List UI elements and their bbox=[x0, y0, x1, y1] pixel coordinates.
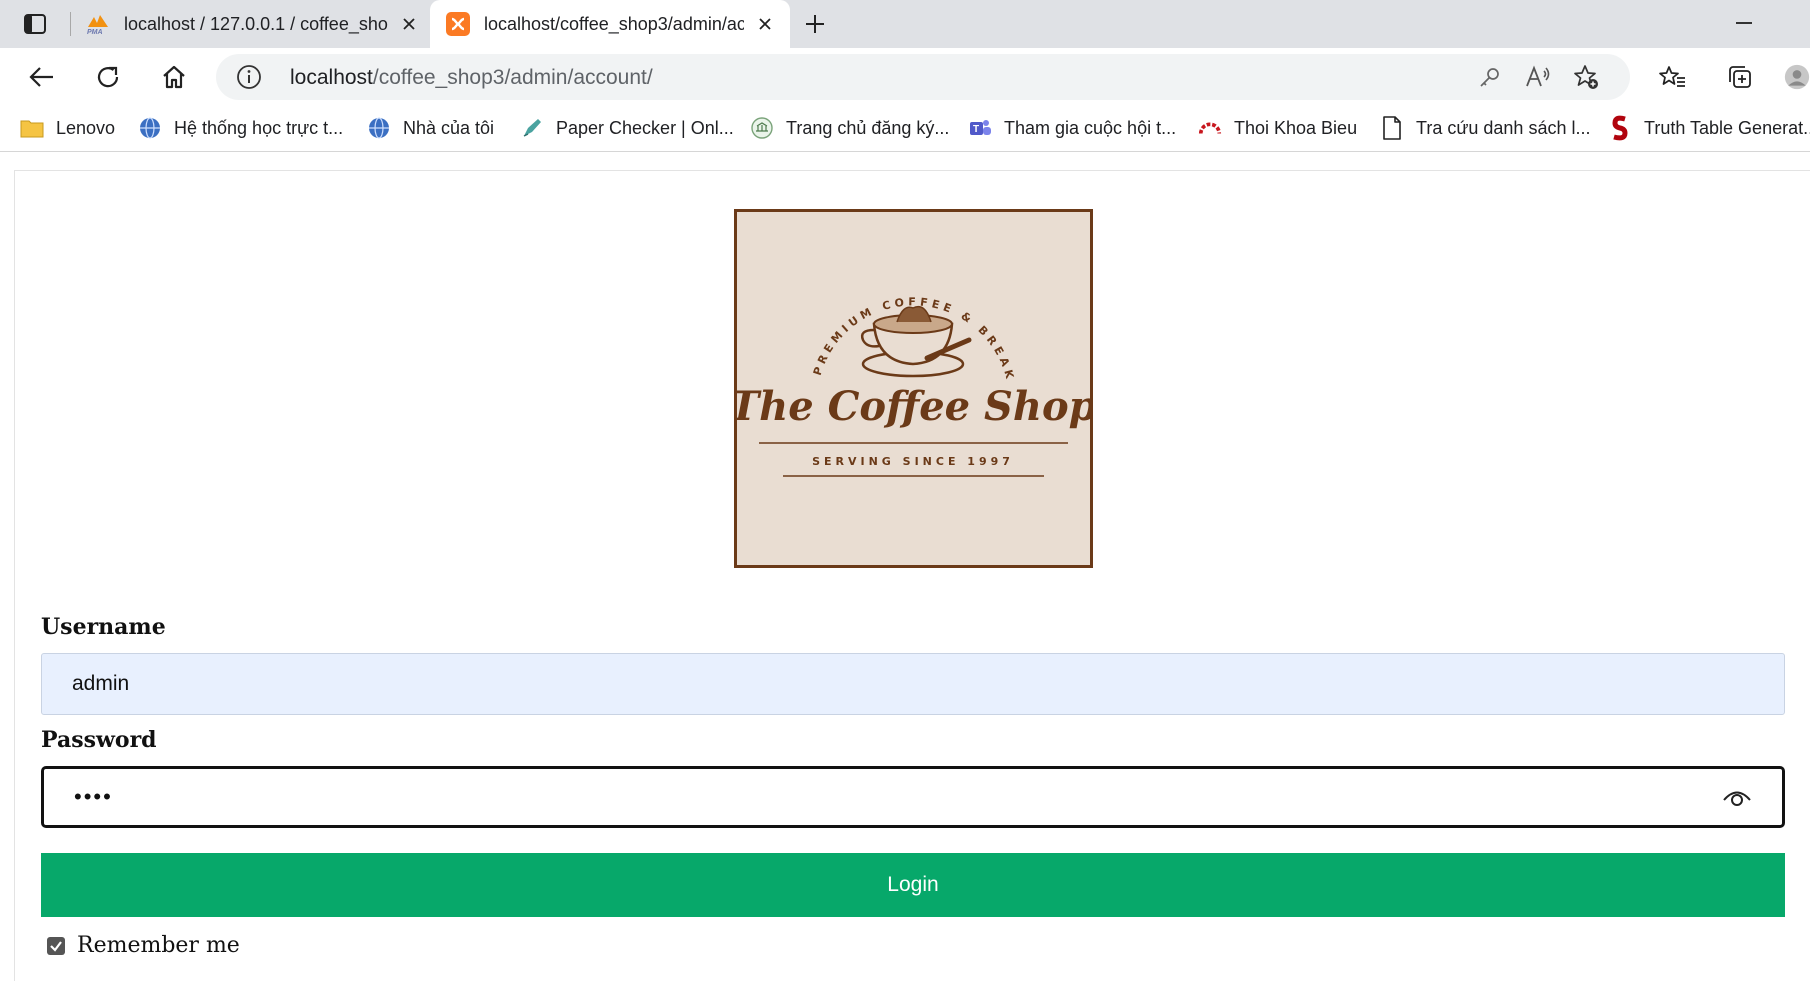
home-icon[interactable] bbox=[154, 58, 194, 96]
remember-me-checkbox[interactable] bbox=[47, 936, 65, 955]
login-button[interactable]: Login bbox=[41, 853, 1785, 917]
bookmark-he-thong-hoc[interactable]: Hệ thống học trực t... bbox=[138, 114, 343, 142]
key-icon[interactable] bbox=[1476, 63, 1504, 91]
url-path: /coffee_shop3/admin/account/ bbox=[372, 66, 653, 89]
logo-name: The Coffee Shop bbox=[737, 383, 1090, 430]
bookmark-label: Lenovo bbox=[56, 117, 116, 138]
tab-strip: PMA localhost / 127.0.0.1 / coffee_shop3… bbox=[0, 0, 1810, 48]
remember-me-label: Remember me bbox=[77, 933, 240, 958]
close-tab-icon[interactable] bbox=[398, 13, 420, 35]
url-text[interactable]: localhost/coffee_shop3/admin/account/ bbox=[290, 66, 653, 90]
username-input[interactable]: admin bbox=[41, 653, 1785, 715]
favorites-icon[interactable] bbox=[1652, 58, 1692, 96]
pen-icon bbox=[520, 116, 544, 140]
globe-icon bbox=[367, 116, 391, 140]
username-value: admin bbox=[72, 672, 130, 695]
folder-icon bbox=[20, 116, 44, 140]
bookmark-truth-table[interactable]: Truth Table Generat... bbox=[1608, 114, 1810, 142]
xampp-icon bbox=[446, 12, 470, 36]
tab-title: localhost / 127.0.0.1 / coffee_shop3 bbox=[124, 13, 388, 34]
tab-title: localhost/coffee_shop3/admin/account/ bbox=[484, 13, 744, 34]
password-input[interactable]: •••• bbox=[41, 766, 1785, 828]
stanford-icon bbox=[1608, 115, 1632, 141]
phpmyadmin-icon: PMA bbox=[86, 12, 110, 36]
collections-icon[interactable] bbox=[1720, 58, 1760, 96]
logo-tagline: SERVING SINCE 1997 bbox=[812, 455, 1014, 468]
arc-icon bbox=[1198, 116, 1222, 140]
username-label: Username bbox=[41, 614, 166, 640]
tab-admin-account[interactable]: localhost/coffee_shop3/admin/account/ bbox=[430, 0, 790, 48]
url-host: localhost bbox=[290, 66, 373, 89]
tab-phpmyadmin[interactable]: PMA localhost / 127.0.0.1 / coffee_shop3 bbox=[86, 0, 420, 48]
bookmark-label: Nhà của tôi bbox=[403, 117, 495, 138]
bookmark-lenovo[interactable]: Lenovo bbox=[20, 114, 115, 142]
navigation-bar: localhost/coffee_shop3/admin/account/ bbox=[0, 48, 1810, 106]
reload-icon[interactable] bbox=[88, 58, 128, 96]
svg-text:PREMIUM COFFEE & BREAKFAST: PREMIUM COFFEE & BREAKFAST bbox=[737, 212, 1017, 384]
checkmark-icon bbox=[50, 940, 62, 952]
bookmark-label: Paper Checker | Onl... bbox=[556, 117, 734, 138]
remember-me[interactable]: Remember me bbox=[47, 933, 240, 958]
school-icon bbox=[750, 116, 774, 140]
bookmark-trang-chu[interactable]: Trang chủ đăng ký... bbox=[750, 114, 949, 142]
address-bar[interactable]: localhost/coffee_shop3/admin/account/ bbox=[216, 54, 1630, 100]
tab-separator bbox=[70, 12, 71, 36]
profile-avatar-icon[interactable] bbox=[1784, 58, 1810, 96]
show-password-eye-icon[interactable] bbox=[1722, 787, 1752, 809]
site-info-icon[interactable] bbox=[236, 64, 262, 90]
coffee-shop-logo: PREMIUM COFFEE & BREAKFAST The Coffee Sh… bbox=[729, 202, 1097, 568]
teams-icon: T bbox=[968, 116, 992, 140]
bookmark-label: Tham gia cuộc hội t... bbox=[1004, 117, 1177, 138]
bookmark-label: Hệ thống học trực t... bbox=[174, 117, 344, 138]
bookmark-paper-checker[interactable]: Paper Checker | Onl... bbox=[520, 114, 734, 142]
bookmark-label: Tra cứu danh sách l... bbox=[1416, 117, 1591, 138]
coffee-shop-logo-graphic: PREMIUM COFFEE & BREAKFAST The Coffee Sh… bbox=[729, 202, 1097, 477]
logo-arc-text: PREMIUM COFFEE & BREAKFAST bbox=[731, 202, 1013, 384]
minimize-window-icon[interactable] bbox=[1736, 22, 1752, 24]
login-page: PREMIUM COFFEE & BREAKFAST The Coffee Sh… bbox=[14, 170, 1810, 981]
add-favorite-icon[interactable] bbox=[1572, 63, 1600, 91]
bookmarks-bar: Lenovo Hệ thống học trực t... Nhà của tô… bbox=[0, 106, 1810, 152]
bookmark-nha-cua-toi[interactable]: Nhà của tôi bbox=[367, 114, 494, 142]
bookmark-label: Thoi Khoa Bieu bbox=[1234, 117, 1358, 138]
bookmark-label: Trang chủ đăng ký... bbox=[786, 117, 950, 138]
bookmark-thoi-khoa-bieu[interactable]: Thoi Khoa Bieu bbox=[1198, 114, 1357, 142]
read-aloud-icon[interactable] bbox=[1524, 63, 1552, 91]
globe-icon bbox=[138, 116, 162, 140]
document-icon bbox=[1380, 116, 1404, 140]
bookmark-tra-cuu[interactable]: Tra cứu danh sách l... bbox=[1380, 114, 1590, 142]
bookmark-label: Truth Table Generat... bbox=[1644, 117, 1810, 138]
new-tab-icon[interactable] bbox=[800, 10, 830, 38]
tab-actions-icon[interactable] bbox=[18, 11, 52, 37]
password-value: •••• bbox=[74, 784, 113, 809]
bookmark-tham-gia[interactable]: T Tham gia cuộc hội t... bbox=[968, 114, 1176, 142]
svg-text:PMA: PMA bbox=[87, 29, 103, 35]
svg-text:T: T bbox=[973, 124, 979, 135]
password-label: Password bbox=[41, 727, 157, 753]
back-icon[interactable] bbox=[22, 58, 62, 96]
close-tab-icon[interactable] bbox=[754, 13, 776, 35]
